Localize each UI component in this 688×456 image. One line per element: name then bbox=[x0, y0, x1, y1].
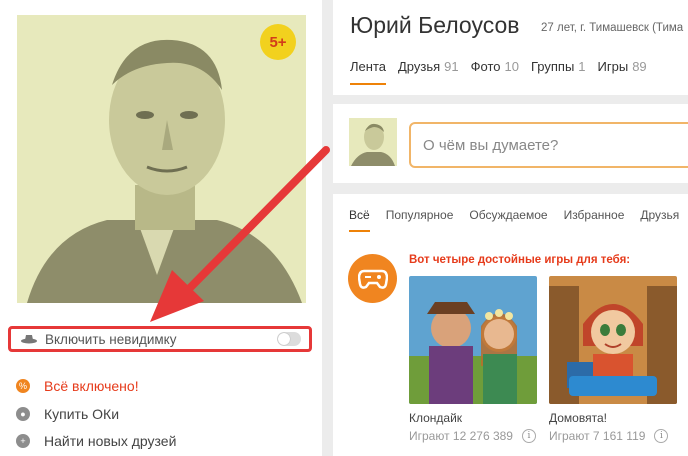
menu-item-buy-ok[interactable]: ● Купить ОКи bbox=[16, 404, 119, 424]
invisibility-label: Включить невидимку bbox=[45, 331, 177, 347]
info-icon[interactable]: i bbox=[654, 429, 669, 443]
profile-tabs: Лента Друзья 91 Фото 10 Группы 1 Игры 89 bbox=[350, 59, 659, 85]
feed-panel: Всё Популярное Обсуждаемое Избранное Дру… bbox=[333, 194, 688, 456]
coins-icon: ● bbox=[16, 407, 30, 421]
game-players: Играют 7 161 119 bbox=[549, 429, 646, 443]
feed-tab-popular[interactable]: Популярное bbox=[386, 208, 454, 232]
add-friend-icon: + bbox=[16, 434, 30, 448]
feed-tab-all[interactable]: Всё bbox=[349, 208, 370, 232]
menu-item-find-friends[interactable]: + Найти новых друзей bbox=[16, 431, 176, 451]
gamepad-icon bbox=[348, 254, 397, 303]
info-icon[interactable]: i bbox=[521, 429, 536, 443]
tab-photos[interactable]: Фото 10 bbox=[471, 59, 519, 85]
game-thumbnail[interactable] bbox=[549, 276, 677, 404]
game-players: Играют 12 276 389 bbox=[409, 429, 513, 443]
tab-games[interactable]: Игры 89 bbox=[598, 59, 647, 85]
tab-friends[interactable]: Друзья 91 bbox=[398, 59, 459, 85]
menu-item-all-inclusive[interactable]: % Всё включено! bbox=[16, 376, 139, 396]
profile-header: Юрий Белоусов 27 лет, г. Тимашевск (Тима… bbox=[333, 0, 688, 95]
tab-groups[interactable]: Группы 1 bbox=[531, 59, 586, 85]
tab-feed[interactable]: Лента bbox=[350, 59, 386, 85]
game-thumbnail[interactable] bbox=[409, 276, 537, 404]
percent-icon: % bbox=[16, 379, 30, 393]
hat-icon bbox=[21, 335, 37, 344]
feed-tab-discussed[interactable]: Обсуждаемое bbox=[469, 208, 547, 232]
invisibility-toggle-row[interactable]: Включить невидимку bbox=[8, 326, 312, 352]
post-composer: О чём вы думаете? bbox=[333, 104, 688, 183]
games-title: Вот четыре достойные игры для тебя: bbox=[409, 254, 631, 266]
game-name[interactable]: Клондайк bbox=[409, 411, 537, 425]
composer-avatar bbox=[349, 118, 397, 166]
profile-avatar[interactable] bbox=[17, 15, 306, 303]
game-card-klondike[interactable]: Клондайк Играют 12 276 389 i bbox=[409, 276, 537, 443]
feed-tab-friends[interactable]: Друзья bbox=[640, 208, 679, 232]
feed-tabs: Всё Популярное Обсуждаемое Избранное Дру… bbox=[349, 208, 688, 232]
right-column: Юрий Белоусов 27 лет, г. Тимашевск (Тима… bbox=[333, 0, 688, 456]
game-card-domovyata[interactable]: Домовята! Играют 7 161 119 i bbox=[549, 276, 677, 443]
invisibility-switch[interactable] bbox=[277, 332, 301, 346]
left-column: 5+ Включить невидимку % Всё включено! ● … bbox=[0, 0, 322, 456]
post-input[interactable]: О чём вы думаете? bbox=[409, 122, 688, 168]
age-rating-badge: 5+ bbox=[260, 24, 296, 60]
feed-tab-favorites[interactable]: Избранное bbox=[564, 208, 625, 232]
profile-meta: 27 лет, г. Тимашевск (Тима bbox=[541, 22, 684, 34]
game-name[interactable]: Домовята! bbox=[549, 411, 677, 425]
profile-name: Юрий Белоусов bbox=[350, 12, 520, 38]
